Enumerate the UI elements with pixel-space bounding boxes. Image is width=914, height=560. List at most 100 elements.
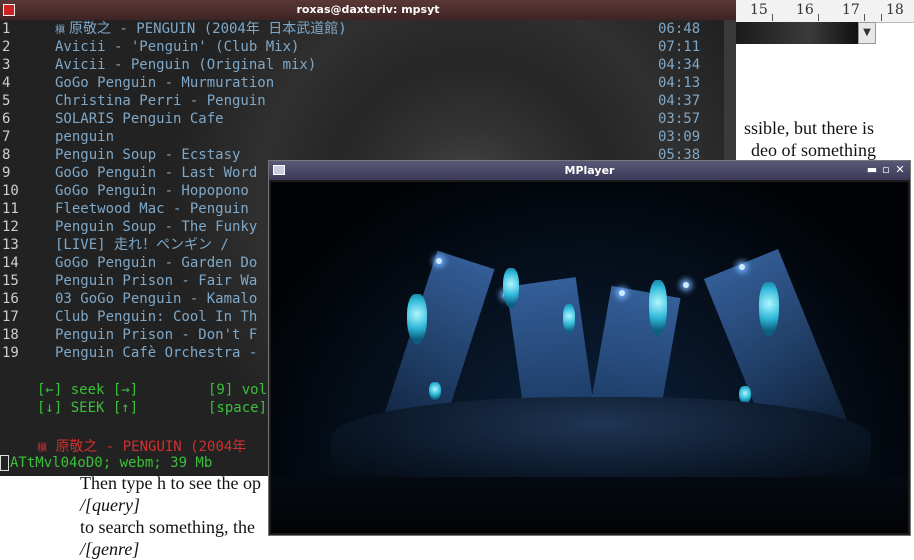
song-title: Penguin Prison - Don't F bbox=[55, 326, 257, 344]
song-title-text: GoGo Penguin - Hopopono bbox=[55, 183, 249, 199]
song-title-text: Fleetwood Mac - Penguin bbox=[55, 201, 249, 217]
song-number: 12 bbox=[2, 219, 19, 235]
status-line: ATtMvl04oD0; webm; 39 Mb bbox=[0, 454, 212, 472]
ruler-tick bbox=[818, 14, 819, 21]
lantern-light bbox=[563, 304, 575, 334]
window-menu-icon[interactable] bbox=[273, 165, 285, 175]
song-title: Penguin Prison - Fair Wa bbox=[55, 272, 257, 290]
song-title-text: Penguin Soup - The Funky bbox=[55, 219, 258, 235]
song-number: 1 bbox=[2, 21, 11, 37]
song-title: penguin bbox=[55, 128, 114, 146]
song-number: 6 bbox=[2, 111, 11, 127]
lantern-light bbox=[407, 294, 427, 344]
song-row[interactable]: 4 GoGo Penguin - Murmuration 04:13 bbox=[0, 74, 720, 92]
song-title-text: Penguin Cafè Orchestra - bbox=[55, 345, 258, 361]
song-title-text: Christina Perri - Penguin bbox=[55, 93, 266, 109]
document-text-line: ssible, but there is bbox=[744, 118, 874, 138]
stage-light bbox=[739, 264, 745, 270]
video-area[interactable] bbox=[271, 182, 908, 533]
song-title: 槇原敬之 - PENGUIN (2004年 日本武道館) bbox=[55, 20, 347, 40]
song-title-text: GoGo Penguin - Last Word bbox=[55, 165, 258, 181]
stage-light bbox=[619, 290, 625, 296]
song-title: Club Penguin: Cool In Th bbox=[55, 308, 257, 326]
minimize-icon[interactable]: ▬ bbox=[866, 163, 878, 177]
song-number: 8 bbox=[2, 147, 11, 163]
close-icon[interactable] bbox=[3, 4, 15, 16]
mplayer-title-bar[interactable]: MPlayer ▬ ▫ ✕ bbox=[269, 161, 910, 180]
seek-big-control-label: [↓] SEEK [↑] bbox=[37, 400, 139, 416]
song-title: GoGo Penguin - Hopopono bbox=[55, 182, 249, 200]
orchestra-silhouette bbox=[331, 397, 871, 487]
seek-control-label: [←] seek [→] bbox=[37, 382, 139, 398]
song-title: Christina Perri - Penguin bbox=[55, 92, 266, 110]
song-number: 9 bbox=[2, 165, 11, 181]
ruler-tick bbox=[864, 14, 865, 21]
close-icon[interactable]: ✕ bbox=[894, 163, 906, 177]
song-duration: 03:09 bbox=[658, 129, 701, 145]
document-text-line: /[genre] bbox=[80, 539, 140, 559]
pause-control-label: [space] bbox=[208, 400, 268, 416]
stage-scene bbox=[271, 182, 908, 533]
song-number: 19 bbox=[2, 345, 19, 361]
song-title-text: Avicii - Penguin (Original mix) bbox=[55, 57, 317, 73]
song-title-text: Penguin Prison - Don't F bbox=[55, 327, 258, 343]
terminal-title-bar[interactable]: roxas@daxteriv: mpsyt bbox=[0, 0, 736, 20]
song-title: Fleetwood Mac - Penguin bbox=[55, 200, 249, 218]
song-title: GoGo Penguin - Last Word bbox=[55, 164, 257, 182]
now-playing: 槇 原敬之 - PENGUIN (2004年 bbox=[37, 436, 246, 456]
song-row[interactable]: 5 Christina Perri - Penguin 04:37 bbox=[0, 92, 720, 110]
song-number: 3 bbox=[2, 57, 11, 73]
scroll-down-button[interactable]: ▼ bbox=[858, 22, 876, 44]
song-title-text: Penguin Soup - Ecstasy bbox=[55, 147, 241, 163]
song-number: 14 bbox=[2, 255, 19, 271]
ruler-number: 17 bbox=[842, 2, 860, 18]
song-title: Avicii - Penguin (Original mix) bbox=[55, 56, 316, 74]
song-row[interactable]: 3 Avicii - Penguin (Original mix) 04:34 bbox=[0, 56, 720, 74]
lantern-light bbox=[429, 382, 441, 400]
document-text-area: Then type h to see the op /[query] to se… bbox=[0, 473, 270, 559]
lantern-light bbox=[649, 280, 667, 336]
song-duration: 06:48 bbox=[658, 21, 701, 37]
lantern-light bbox=[759, 282, 779, 336]
song-row[interactable]: 6 SOLARIS Penguin Cafe 03:57 bbox=[0, 110, 720, 128]
song-title: GoGo Penguin - Murmuration bbox=[55, 74, 274, 92]
song-number: 13 bbox=[2, 237, 19, 253]
song-duration: 04:37 bbox=[658, 93, 701, 109]
document-text-line: to search something, the bbox=[80, 517, 255, 537]
song-number: 2 bbox=[2, 39, 11, 55]
stage-light bbox=[683, 282, 689, 288]
mplayer-title: MPlayer bbox=[564, 164, 615, 177]
song-number: 11 bbox=[2, 201, 19, 217]
document-text-line: /[query] bbox=[80, 495, 140, 515]
mplayer-window: MPlayer ▬ ▫ ✕ bbox=[268, 160, 911, 536]
song-row[interactable]: 1 槇原敬之 - PENGUIN (2004年 日本武道館) 06:48 bbox=[0, 20, 720, 38]
song-title-text: penguin bbox=[55, 129, 115, 145]
document-image bbox=[736, 22, 858, 44]
song-number: 7 bbox=[2, 129, 11, 145]
song-duration: 03:57 bbox=[658, 111, 701, 127]
now-playing-prefix: 槇 bbox=[37, 443, 47, 454]
stage-light bbox=[436, 258, 442, 264]
document-text-line: Then type h to see the op bbox=[80, 473, 261, 493]
song-row[interactable]: 2 Avicii - 'Penguin' (Club Mix) 07:11 bbox=[0, 38, 720, 56]
song-duration: 04:13 bbox=[658, 75, 701, 91]
song-title: Avicii - 'Penguin' (Club Mix) bbox=[55, 38, 299, 56]
maximize-icon[interactable]: ▫ bbox=[880, 163, 892, 177]
song-number: 5 bbox=[2, 93, 11, 109]
song-title-text: Penguin Prison - Fair Wa bbox=[55, 273, 258, 289]
song-title-text: GoGo Penguin - Garden Do bbox=[55, 255, 258, 271]
song-row[interactable]: 7 penguin 03:09 bbox=[0, 128, 720, 146]
now-playing-title: 原敬之 - PENGUIN (2004年 bbox=[55, 439, 247, 455]
song-title-text: SOLARIS Penguin Cafe bbox=[55, 111, 224, 127]
stage-floor bbox=[271, 477, 908, 533]
song-title: 03 GoGo Penguin - Kamalo bbox=[55, 290, 257, 308]
song-duration: 04:34 bbox=[658, 57, 701, 73]
song-duration: 07:11 bbox=[658, 39, 701, 55]
song-number: 18 bbox=[2, 327, 19, 343]
volume-control-label: [9] vol bbox=[208, 382, 268, 398]
song-title-text: Club Penguin: Cool In Th bbox=[55, 309, 258, 325]
lantern-light bbox=[503, 268, 519, 308]
song-prefix: 槇 bbox=[55, 25, 65, 36]
song-title-text: GoGo Penguin - Murmuration bbox=[55, 75, 275, 91]
terminal-title: roxas@daxteriv: mpsyt bbox=[296, 3, 440, 16]
